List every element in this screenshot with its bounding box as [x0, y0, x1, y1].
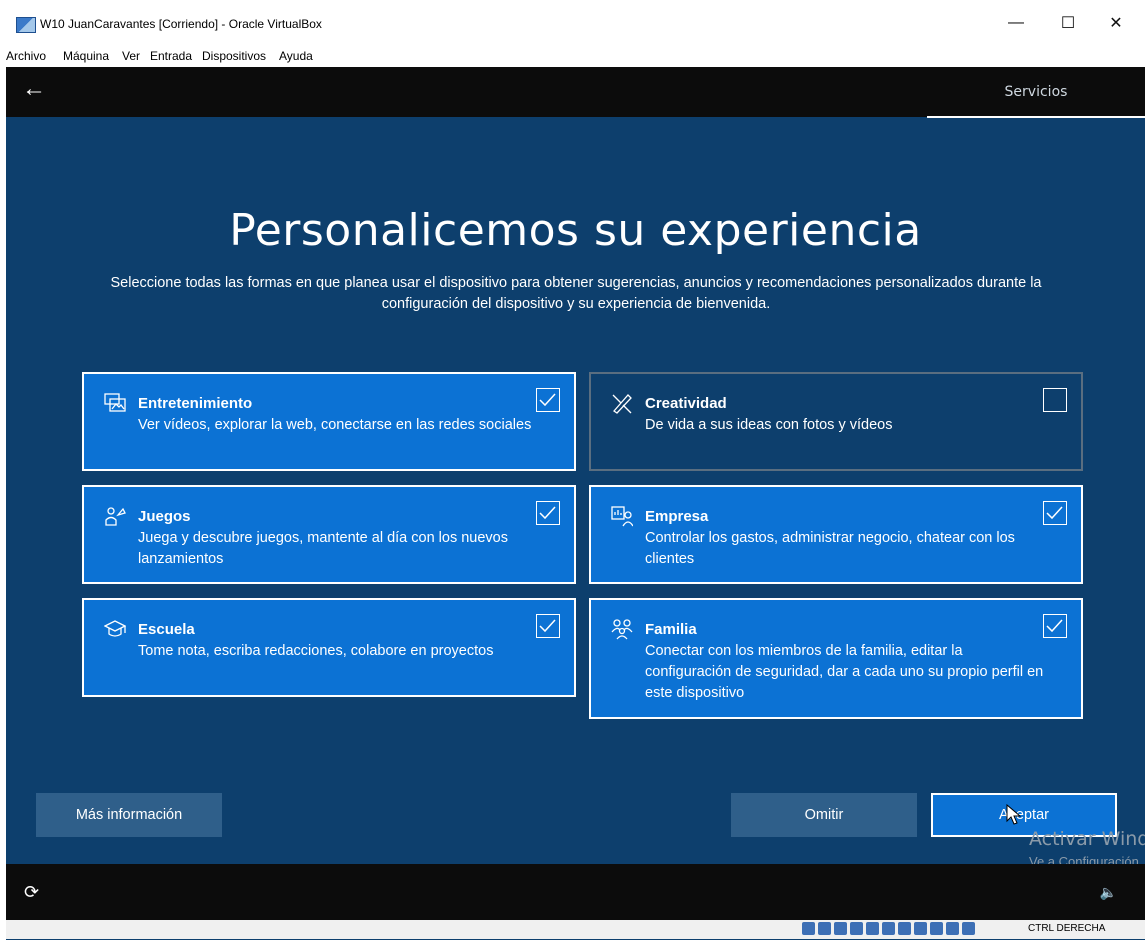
menu-bar: Archivo Máquina Ver Entrada Dispositivos… [0, 46, 1145, 67]
window-title: W10 JuanCaravantes [Corriendo] - Oracle … [40, 17, 322, 31]
maximize-button[interactable]: ☐ [1045, 6, 1091, 40]
card-title: Juegos [138, 508, 191, 525]
host-key-label: CTRL DERECHA [1028, 923, 1106, 934]
checkbox-checked[interactable] [1043, 614, 1067, 638]
card-title: Empresa [645, 508, 709, 525]
virtualbox-logo-icon [16, 17, 36, 33]
status-indicators [802, 922, 975, 935]
card-title: Familia [645, 621, 697, 638]
checkmark-icon [1046, 506, 1063, 520]
card-juegos[interactable]: Juegos Juega y descubre juegos, mantente… [82, 485, 576, 584]
checkmark-icon [539, 619, 556, 633]
checkbox-checked[interactable] [536, 388, 560, 412]
menu-maquina[interactable]: Máquina [63, 49, 109, 63]
card-creatividad[interactable]: Creatividad De vida a sus ideas con foto… [589, 372, 1083, 471]
tab-servicios: Servicios [927, 67, 1145, 118]
tab-underline [927, 116, 1145, 118]
page-subtitle: Seleccione todas las formas en que plane… [110, 275, 1042, 312]
card-empresa[interactable]: Empresa Controlar los gastos, administra… [589, 485, 1083, 584]
checkbox-checked[interactable] [536, 614, 560, 638]
card-description: Tome nota, escriba redacciones, colabore… [138, 643, 494, 659]
audio-icon[interactable] [834, 922, 847, 935]
checkbox-unchecked[interactable] [1043, 388, 1067, 412]
checkbox-checked[interactable] [1043, 501, 1067, 525]
card-entretenimiento[interactable]: Entretenimiento Ver vídeos, explorar la … [82, 372, 576, 471]
activation-watermark-title: Activar Windows [1029, 828, 1145, 850]
card-title: Escuela [138, 621, 195, 638]
menu-entrada[interactable]: Entrada [150, 49, 192, 63]
oobe-screen: ← Servicios Personalicemos su experienci… [6, 67, 1145, 940]
card-title: Creatividad [645, 395, 727, 412]
network-icon[interactable] [850, 922, 863, 935]
display-icon[interactable] [898, 922, 911, 935]
card-description: Conectar con los miembros de la familia,… [645, 643, 1044, 701]
oobe-footer: ⟳ 🔈 [6, 864, 1145, 920]
more-info-button[interactable]: Más información [36, 793, 222, 837]
mouse-cursor-icon [1006, 804, 1022, 825]
oobe-header: ← Servicios [6, 67, 1145, 118]
menu-ayuda[interactable]: Ayuda [279, 49, 313, 63]
mouse-integration-icon[interactable] [946, 922, 959, 935]
usb-icon[interactable] [866, 922, 879, 935]
checkmark-icon [1046, 619, 1063, 633]
back-arrow-icon[interactable]: ← [22, 75, 46, 103]
card-escuela[interactable]: Escuela Tome nota, escriba redacciones, … [82, 598, 576, 697]
card-description: Ver vídeos, explorar la web, conectarse … [138, 417, 532, 433]
virtualbox-statusbar: CTRL DERECHA [6, 920, 1145, 939]
menu-ver[interactable]: Ver [122, 49, 140, 63]
card-description: De vida a sus ideas con fotos y vídeos [645, 417, 893, 433]
business-icon [611, 506, 633, 527]
card-familia[interactable]: Familia Conectar con los miembros de la … [589, 598, 1083, 719]
skip-button[interactable]: Omitir [731, 793, 917, 837]
card-title: Entretenimiento [138, 395, 253, 412]
close-button[interactable]: ✕ [1093, 6, 1139, 40]
keyboard-icon[interactable] [962, 922, 975, 935]
storage-icon[interactable] [802, 922, 815, 935]
optical-drive-icon[interactable] [818, 922, 831, 935]
checkbox-checked[interactable] [536, 501, 560, 525]
recording-icon[interactable] [914, 922, 927, 935]
family-icon [611, 619, 633, 640]
card-description: Controlar los gastos, administrar negoci… [645, 530, 1015, 567]
card-description: Juega y descubre juegos, mantente al día… [138, 530, 508, 567]
gaming-icon [105, 507, 126, 526]
entertainment-icon [104, 393, 126, 412]
menu-dispositivos[interactable]: Dispositivos [202, 49, 266, 63]
accessibility-icon[interactable]: ⟳ [24, 882, 39, 903]
page-title: Personalicemos su experiencia [229, 205, 922, 256]
school-icon [104, 620, 126, 637]
creativity-icon [612, 394, 632, 414]
checkmark-icon [539, 506, 556, 520]
volume-icon[interactable]: 🔈 [1100, 884, 1117, 901]
window-titlebar: W10 JuanCaravantes [Corriendo] - Oracle … [0, 0, 1145, 46]
cpu-icon[interactable] [930, 922, 943, 935]
minimize-button[interactable]: — [993, 6, 1039, 40]
tab-servicios-label: Servicios [1004, 84, 1068, 100]
shared-folders-icon[interactable] [882, 922, 895, 935]
checkmark-icon [539, 393, 556, 407]
menu-archivo[interactable]: Archivo [6, 49, 46, 63]
